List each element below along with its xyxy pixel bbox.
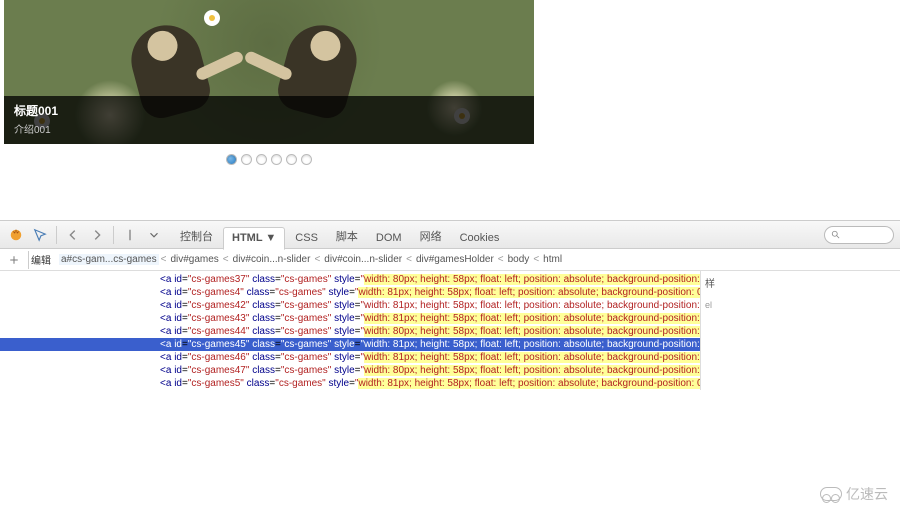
forward-icon[interactable] <box>87 225 107 245</box>
breadcrumb-separator: < <box>531 254 541 265</box>
breadcrumb-separator: < <box>404 254 414 265</box>
pager-dot[interactable] <box>226 154 237 165</box>
search-input[interactable] <box>824 226 894 244</box>
code-line[interactable]: <a id="cs-games44" class="cs-games" styl… <box>0 325 700 338</box>
pager-dot[interactable] <box>241 154 252 165</box>
tab-css[interactable]: CSS <box>287 228 326 249</box>
breadcrumb-separator: < <box>312 254 322 265</box>
separator <box>56 226 57 244</box>
code-line[interactable]: <a id="cs-games37" class="cs-games" styl… <box>0 273 700 286</box>
separator <box>113 226 114 244</box>
code-line[interactable]: <a id="cs-games42" class="cs-games" styl… <box>0 299 700 312</box>
devtools-toolbar: 控制台HTML ▼CSS脚本DOM网络Cookies <box>0 221 900 249</box>
tab-cookies[interactable]: Cookies <box>452 228 508 249</box>
tab-脚本[interactable]: 脚本 <box>328 224 366 249</box>
edit-label[interactable]: 编辑 <box>31 252 51 267</box>
side-tab[interactable]: 样 <box>705 275 734 290</box>
breadcrumb-item[interactable]: div#coin...n-slider <box>231 254 313 265</box>
watermark-logo-icon <box>820 487 842 501</box>
breadcrumb-item[interactable]: body <box>506 254 532 265</box>
inspect-icon[interactable] <box>30 225 50 245</box>
flower-icon <box>204 10 220 26</box>
breadcrumb-bar: 编辑 a#cs-gam...cs-games<div#games<div#coi… <box>0 249 900 271</box>
code-line[interactable]: <a id="cs-games4" class="cs-games" style… <box>0 286 700 299</box>
pager-dot[interactable] <box>256 154 267 165</box>
devtools-panel: 控制台HTML ▼CSS脚本DOM网络Cookies 编辑 a#cs-gam..… <box>0 220 900 390</box>
el-label: el <box>705 300 734 310</box>
slide-desc: 介绍001 <box>14 121 524 136</box>
breadcrumb-item[interactable]: html <box>541 254 564 265</box>
breadcrumb-separator: < <box>496 254 506 265</box>
watermark: 亿速云 <box>820 484 888 504</box>
tab-dom[interactable]: DOM <box>368 228 410 249</box>
separator <box>28 251 29 269</box>
pager-dot[interactable] <box>286 154 297 165</box>
back-icon[interactable] <box>63 225 83 245</box>
slide-title: 标题001 <box>14 102 524 119</box>
code-line[interactable]: <a id="cs-games45" class="cs-games" styl… <box>0 338 700 351</box>
line-icon[interactable] <box>120 225 140 245</box>
code-pane: <a id="cs-games37" class="cs-games" styl… <box>0 271 900 390</box>
devtools-tabs: 控制台HTML ▼CSS脚本DOM网络Cookies <box>172 221 507 249</box>
slide-caption: 标题001 介绍001 <box>4 96 534 144</box>
breadcrumb-item[interactable]: div#games <box>168 254 220 265</box>
code-line[interactable]: <a id="cs-games47" class="cs-games" styl… <box>0 364 700 377</box>
code-line[interactable]: <a id="cs-games5" class="cs-games" style… <box>0 377 700 390</box>
html-source[interactable]: <a id="cs-games37" class="cs-games" styl… <box>0 271 700 390</box>
code-line[interactable]: <a id="cs-games43" class="cs-games" styl… <box>0 312 700 325</box>
firebug-icon[interactable] <box>6 225 26 245</box>
carousel-pager <box>4 152 534 170</box>
styles-sidebar[interactable]: 样 el <box>700 271 738 390</box>
tab-html[interactable]: HTML ▼ <box>223 227 285 250</box>
breadcrumb-item[interactable]: div#coin...n-slider <box>322 254 404 265</box>
dropdown-icon[interactable] <box>144 225 164 245</box>
tab-控制台[interactable]: 控制台 <box>172 224 221 249</box>
tab-网络[interactable]: 网络 <box>412 224 450 249</box>
breadcrumb-item[interactable]: a#cs-gam...cs-games <box>59 254 159 265</box>
code-line[interactable]: <a id="cs-games46" class="cs-games" styl… <box>0 351 700 364</box>
carousel[interactable]: 标题001 介绍001 <box>4 0 534 144</box>
pager-dot[interactable] <box>301 154 312 165</box>
breadcrumb-separator: < <box>159 254 169 265</box>
breadcrumb-item[interactable]: div#gamesHolder <box>414 254 496 265</box>
pager-dot[interactable] <box>271 154 282 165</box>
breadcrumb-separator: < <box>221 254 231 265</box>
watermark-text: 亿速云 <box>846 484 888 504</box>
toggle-tree-icon[interactable] <box>6 252 22 268</box>
